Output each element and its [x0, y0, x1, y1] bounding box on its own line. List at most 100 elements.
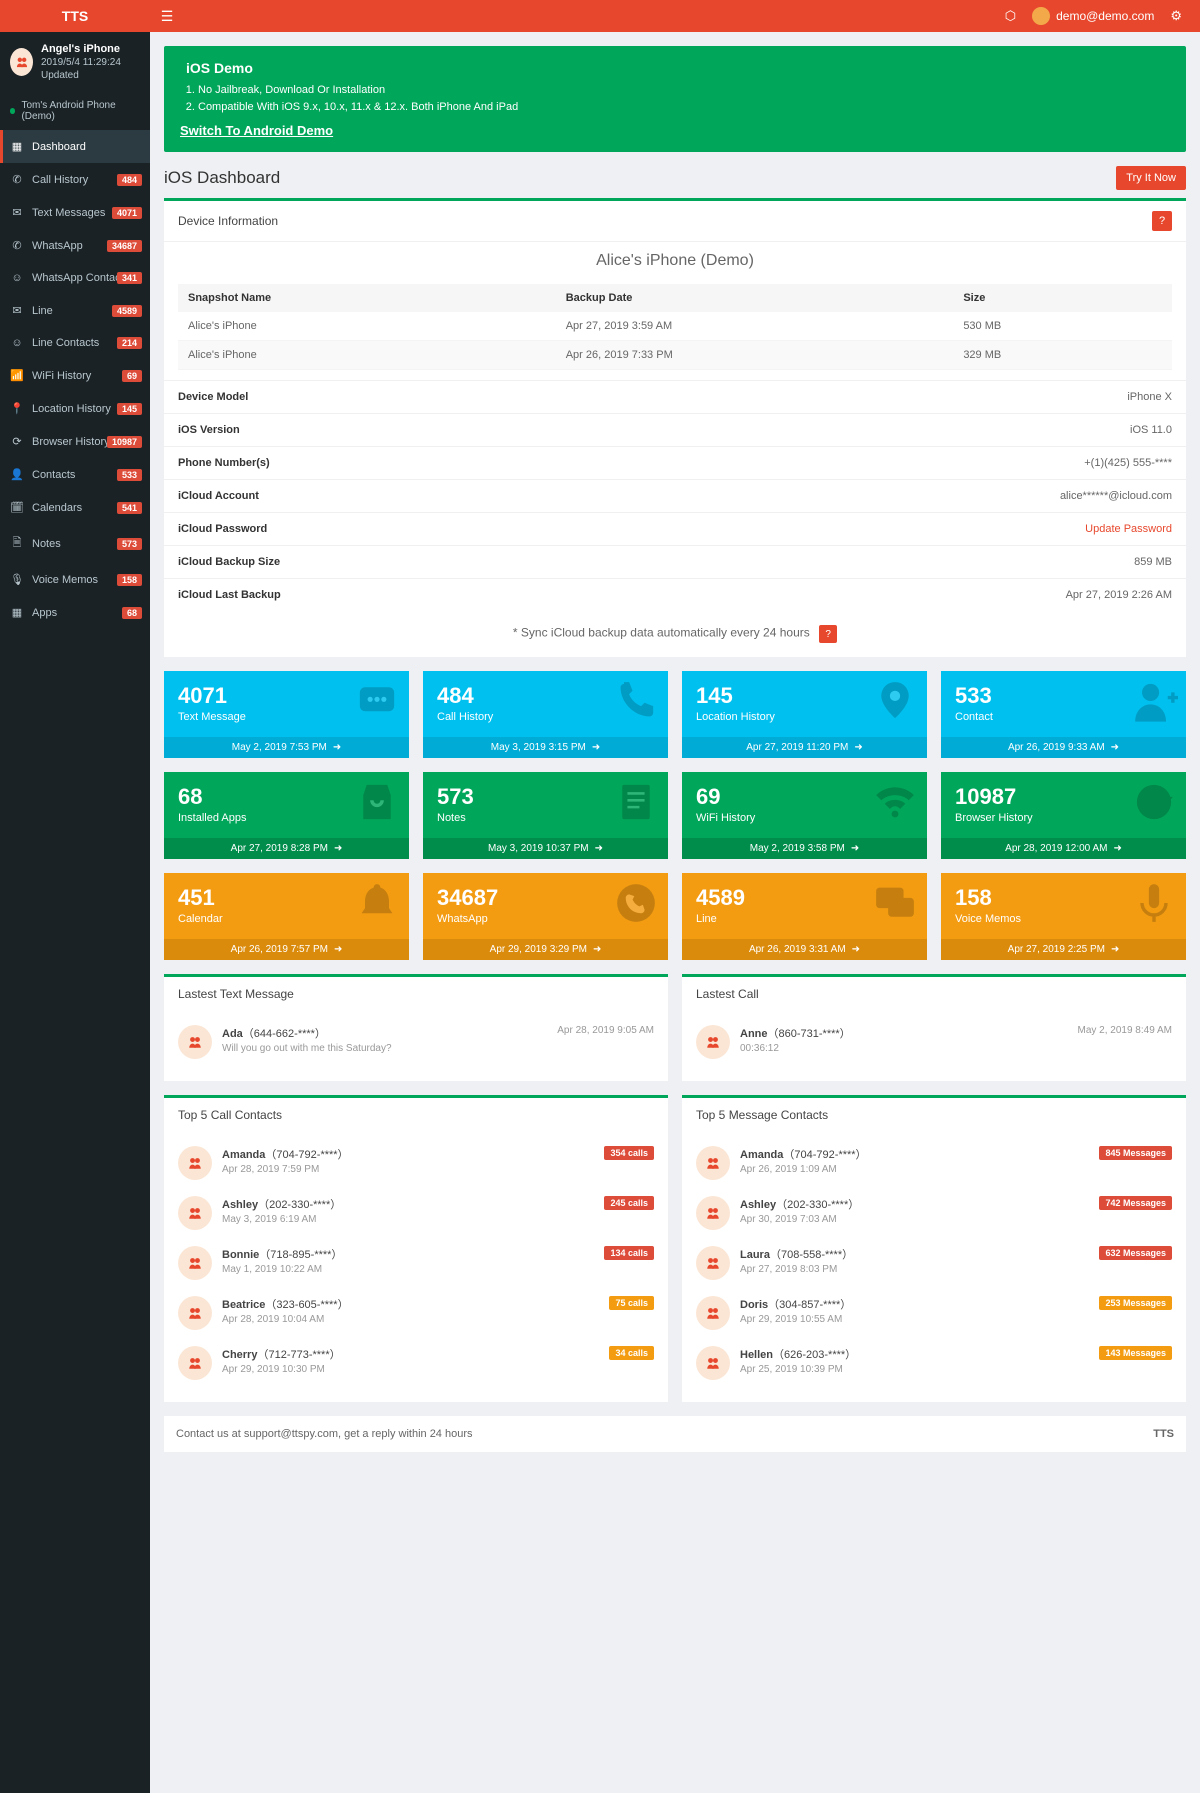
nav-icon: ▦	[10, 140, 24, 153]
help-icon[interactable]: ?	[1152, 211, 1172, 231]
tile-contact[interactable]: 533ContactApr 26, 2019 9:33 AM➜	[941, 671, 1186, 758]
contact-avatar	[178, 1146, 212, 1180]
switch-to-android-link[interactable]: Switch To Android Demo	[180, 123, 1170, 138]
snapshot-row[interactable]: Alice's iPhoneApr 27, 2019 3:59 AM530 MB	[178, 312, 1172, 341]
help-icon[interactable]: ?	[819, 625, 837, 643]
contact-item[interactable]: Ashley（202-330-****）Apr 30, 2019 7:03 AM…	[696, 1188, 1172, 1238]
profile-name: Angel's iPhone	[41, 42, 140, 56]
profile-updated: 2019/5/4 11:29:24 Updated	[41, 56, 140, 82]
nav-icon: ✆	[10, 239, 24, 252]
tile-notes[interactable]: 573NotesMay 3, 2019 10:37 PM➜	[423, 772, 668, 859]
contact-item[interactable]: Amanda（704-792-****）Apr 28, 2019 7:59 PM…	[178, 1138, 654, 1188]
contact-item[interactable]: Amanda（704-792-****）Apr 26, 2019 1:09 AM…	[696, 1138, 1172, 1188]
contact-avatar	[696, 1296, 730, 1330]
sidebar-item-dashboard[interactable]: ▦Dashboard	[0, 130, 150, 163]
count-badge: 69	[122, 370, 142, 382]
tile-line[interactable]: 4589LineApr 26, 2019 3:31 AM➜	[682, 873, 927, 960]
mic-icon	[1130, 879, 1178, 930]
tile-whatsapp[interactable]: 34687WhatsAppApr 29, 2019 3:29 PM➜	[423, 873, 668, 960]
user-email: demo@demo.com	[1056, 9, 1154, 23]
wifi-icon	[871, 778, 919, 829]
sidebar-item-notes[interactable]: 🗎Notes573	[0, 524, 150, 563]
contact-item[interactable]: Ashley（202-330-****）May 3, 2019 6:19 AM2…	[178, 1188, 654, 1238]
tile-location-history[interactable]: 145Location HistoryApr 27, 2019 11:20 PM…	[682, 671, 927, 758]
count-badge: 541	[117, 502, 142, 514]
latest-text-item[interactable]: Ada（644-662-****） Will you go out with m…	[178, 1017, 654, 1067]
device-info-row: iCloud Backup Size859 MB	[164, 545, 1186, 578]
sidebar-item-wifi-history[interactable]: 📶WiFi History69	[0, 359, 150, 392]
note-icon	[612, 778, 660, 829]
tile-text-message[interactable]: 4071Text MessageMay 2, 2019 7:53 PM➜	[164, 671, 409, 758]
sidebar-item-line[interactable]: ✉Line4589	[0, 294, 150, 327]
sidebar-item-whatsapp[interactable]: ✆WhatsApp34687	[0, 229, 150, 262]
arrow-icon: ➜	[333, 742, 341, 753]
sidebar-toggle[interactable]: ☰	[150, 0, 184, 32]
arrow-icon: ➜	[593, 944, 601, 955]
count-tag: 134 calls	[604, 1246, 654, 1260]
count-badge: 68	[122, 607, 142, 619]
contact-item[interactable]: Doris（304-857-****）Apr 29, 2019 10:55 AM…	[696, 1288, 1172, 1338]
contact-avatar	[178, 1346, 212, 1380]
arrow-icon: ➜	[595, 843, 603, 854]
sidebar-item-line-contacts[interactable]: ☺Line Contacts214	[0, 327, 150, 359]
count-badge: 158	[117, 574, 142, 586]
contact-item[interactable]: Laura（708-558-****）Apr 27, 2019 8:03 PM6…	[696, 1238, 1172, 1288]
nav-icon: 📍	[10, 402, 24, 415]
contact-item[interactable]: Hellen（626-203-****）Apr 25, 2019 10:39 P…	[696, 1338, 1172, 1388]
brand-logo[interactable]: TTS	[0, 8, 150, 24]
tile-voice-memos[interactable]: 158Voice MemosApr 27, 2019 2:25 PM➜	[941, 873, 1186, 960]
sidebar-item-location-history[interactable]: 📍Location History145	[0, 392, 150, 425]
contact-item[interactable]: Cherry（712-773-****）Apr 29, 2019 10:30 P…	[178, 1338, 654, 1388]
device-info-value: +(1)(425) 555-****	[1084, 457, 1172, 469]
sidebar-item-call-history[interactable]: ✆Call History484	[0, 163, 150, 196]
device-info-row: Device ModeliPhone X	[164, 380, 1186, 413]
tile-call-history[interactable]: 484Call HistoryMay 3, 2019 3:15 PM➜	[423, 671, 668, 758]
snapshot-row[interactable]: Alice's iPhoneApr 26, 2019 7:33 PM329 MB	[178, 341, 1172, 370]
sidebar-item-apps[interactable]: ▦Apps68	[0, 596, 150, 629]
nav-icon: ✉	[10, 304, 24, 317]
pin-icon	[871, 677, 919, 728]
demo-banner: iOS Demo No Jailbreak, Download Or Insta…	[164, 46, 1186, 152]
android-icon[interactable]: ⬡	[1005, 8, 1016, 24]
nav-icon: ✉	[10, 206, 24, 219]
arrow-icon: ➜	[1111, 742, 1119, 753]
nav-icon: ▦	[10, 606, 24, 619]
contact-item[interactable]: Beatrice（323-605-****）Apr 28, 2019 10:04…	[178, 1288, 654, 1338]
sidebar-item-whatsapp-contacts[interactable]: ☺WhatsApp Contacts341	[0, 262, 150, 294]
contact-item[interactable]: Bonnie（718-895-****）May 1, 2019 10:22 AM…	[178, 1238, 654, 1288]
sidebar-item-text-messages[interactable]: ✉Text Messages4071	[0, 196, 150, 229]
latest-call-item[interactable]: Anne（860-731-****） 00:36:12 May 2, 2019 …	[696, 1017, 1172, 1067]
arrow-icon: ➜	[1111, 944, 1119, 955]
tile-installed-apps[interactable]: 68Installed AppsApr 27, 2019 8:28 PM➜	[164, 772, 409, 859]
update-password-link[interactable]: Update Password	[1085, 523, 1172, 535]
chat-icon	[871, 879, 919, 930]
nav-icon: 🎙	[10, 573, 24, 586]
nav-icon: ⟳	[10, 435, 24, 448]
demo-device-switch[interactable]: Tom's Android Phone (Demo)	[0, 92, 150, 130]
sidebar-item-calendars[interactable]: 🗓Calendars541	[0, 491, 150, 524]
banner-line: Compatible With iOS 9.x, 10.x, 11.x & 12…	[198, 99, 1170, 116]
bag-icon	[353, 778, 401, 829]
banner-line: No Jailbreak, Download Or Installation	[198, 82, 1170, 99]
device-name: Alice's iPhone (Demo)	[164, 242, 1186, 280]
arrow-icon: ➜	[1113, 843, 1121, 854]
sidebar: Angel's iPhone 2019/5/4 11:29:24 Updated…	[0, 32, 150, 1793]
tile-calendar[interactable]: 451CalendarApr 26, 2019 7:57 PM➜	[164, 873, 409, 960]
profile-block[interactable]: Angel's iPhone 2019/5/4 11:29:24 Updated	[0, 32, 150, 92]
device-info-row: iCloud Last BackupApr 27, 2019 2:26 AM	[164, 578, 1186, 611]
device-info-row: iCloud Accountalice******@icloud.com	[164, 479, 1186, 512]
user-menu[interactable]: demo@demo.com	[1032, 7, 1154, 25]
contact-avatar	[178, 1196, 212, 1230]
sidebar-item-voice-memos[interactable]: 🎙Voice Memos158	[0, 563, 150, 596]
try-it-now-button[interactable]: Try It Now	[1116, 166, 1186, 190]
tile-wifi-history[interactable]: 69WiFi HistoryMay 2, 2019 3:58 PM➜	[682, 772, 927, 859]
count-badge: 10987	[107, 436, 142, 448]
nav-icon: ☺	[10, 337, 24, 349]
nav-icon: 🗎	[10, 534, 24, 553]
nav-icon: 👤	[10, 468, 24, 481]
tile-browser-history[interactable]: 10987Browser HistoryApr 28, 2019 12:00 A…	[941, 772, 1186, 859]
sidebar-item-browser-history[interactable]: ⟳Browser History10987	[0, 425, 150, 458]
device-info-value: alice******@icloud.com	[1060, 490, 1172, 502]
settings-icon[interactable]: ⚙	[1170, 8, 1182, 24]
sidebar-item-contacts[interactable]: 👤Contacts533	[0, 458, 150, 491]
